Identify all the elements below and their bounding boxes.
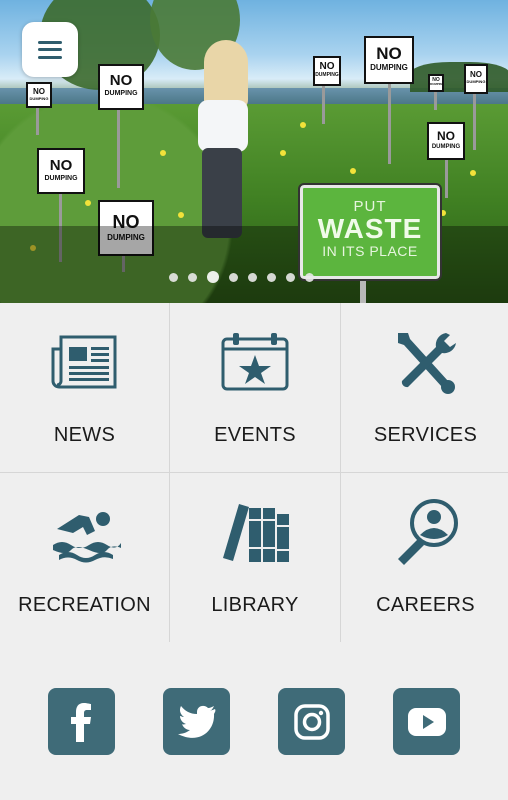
flower [440, 210, 446, 216]
tile-label: LIBRARY [211, 594, 299, 616]
books-icon [215, 497, 295, 567]
flower [160, 150, 166, 156]
no-dumping-sign: NO DUMPING [364, 36, 414, 84]
instagram-button[interactable] [278, 688, 345, 755]
carousel-dot[interactable] [229, 272, 238, 282]
carousel-dot-active[interactable] [207, 271, 219, 283]
no-dumping-sign: NO DUMPING [313, 56, 341, 86]
carousel-dot[interactable] [188, 272, 197, 282]
flower [300, 122, 306, 128]
tile-events[interactable]: EVENTS [170, 303, 340, 472]
menu-button[interactable] [22, 22, 78, 77]
no-dumping-sign: NO DUMPING [37, 148, 85, 194]
tile-news[interactable]: NEWS [0, 303, 169, 472]
no-dumping-sign: NO DUMPING [98, 64, 144, 110]
tile-label: CAREERS [376, 594, 475, 616]
tile-label: SERVICES [373, 424, 478, 446]
tree [410, 62, 508, 92]
no-dumping-sign: NO DUMPING [427, 122, 465, 160]
carousel-dot[interactable] [305, 272, 314, 282]
tile-label: NEWS [53, 424, 116, 446]
facebook-button[interactable] [48, 688, 115, 755]
twitter-icon [177, 705, 215, 738]
facebook-icon [70, 702, 91, 742]
social-bar [0, 642, 508, 800]
flower [85, 200, 91, 206]
flower [350, 168, 356, 174]
tile-library[interactable]: LIBRARY [170, 473, 340, 643]
no-dumping-sign: NO DUMPING [464, 64, 488, 94]
wrench-screwdriver-icon [386, 327, 466, 397]
youtube-button[interactable] [393, 688, 460, 755]
newspaper-icon [45, 327, 125, 397]
no-dumping-sign: NO DUMPING [428, 74, 444, 92]
flower [178, 212, 184, 218]
tile-careers[interactable]: CAREERS [341, 473, 508, 643]
calendar-star-icon [215, 327, 295, 397]
swimmer-icon [45, 497, 125, 567]
tile-label: EVENTS [214, 424, 296, 446]
carousel-dot[interactable] [169, 272, 178, 282]
sign-post [388, 84, 391, 164]
sign-post [473, 90, 476, 150]
sign-post [36, 105, 39, 135]
flower [470, 170, 476, 176]
sign-post [117, 108, 120, 188]
carousel-indicators [169, 271, 314, 283]
sign-post [322, 84, 325, 124]
no-dumping-sign: NO DUMPING [26, 82, 52, 108]
carousel-dot[interactable] [286, 272, 295, 282]
tile-recreation[interactable]: RECREATION [0, 473, 169, 643]
carousel-dot[interactable] [248, 272, 257, 282]
child-running [196, 40, 256, 250]
flower [280, 150, 286, 156]
put-waste-sign: PUT WASTE IN ITS PLACE [298, 183, 442, 281]
tile-label: RECREATION [18, 594, 151, 616]
twitter-button[interactable] [163, 688, 230, 755]
youtube-icon [407, 707, 446, 736]
search-person-icon [386, 497, 466, 567]
sign-post [445, 158, 448, 198]
tile-services[interactable]: SERVICES [341, 303, 508, 472]
hamburger-icon [38, 40, 62, 59]
carousel-dot[interactable] [267, 272, 276, 282]
nav-grid: NEWS EVENTS SERVICES RECREATION LIBRARY … [0, 303, 508, 643]
instagram-icon [293, 703, 330, 740]
